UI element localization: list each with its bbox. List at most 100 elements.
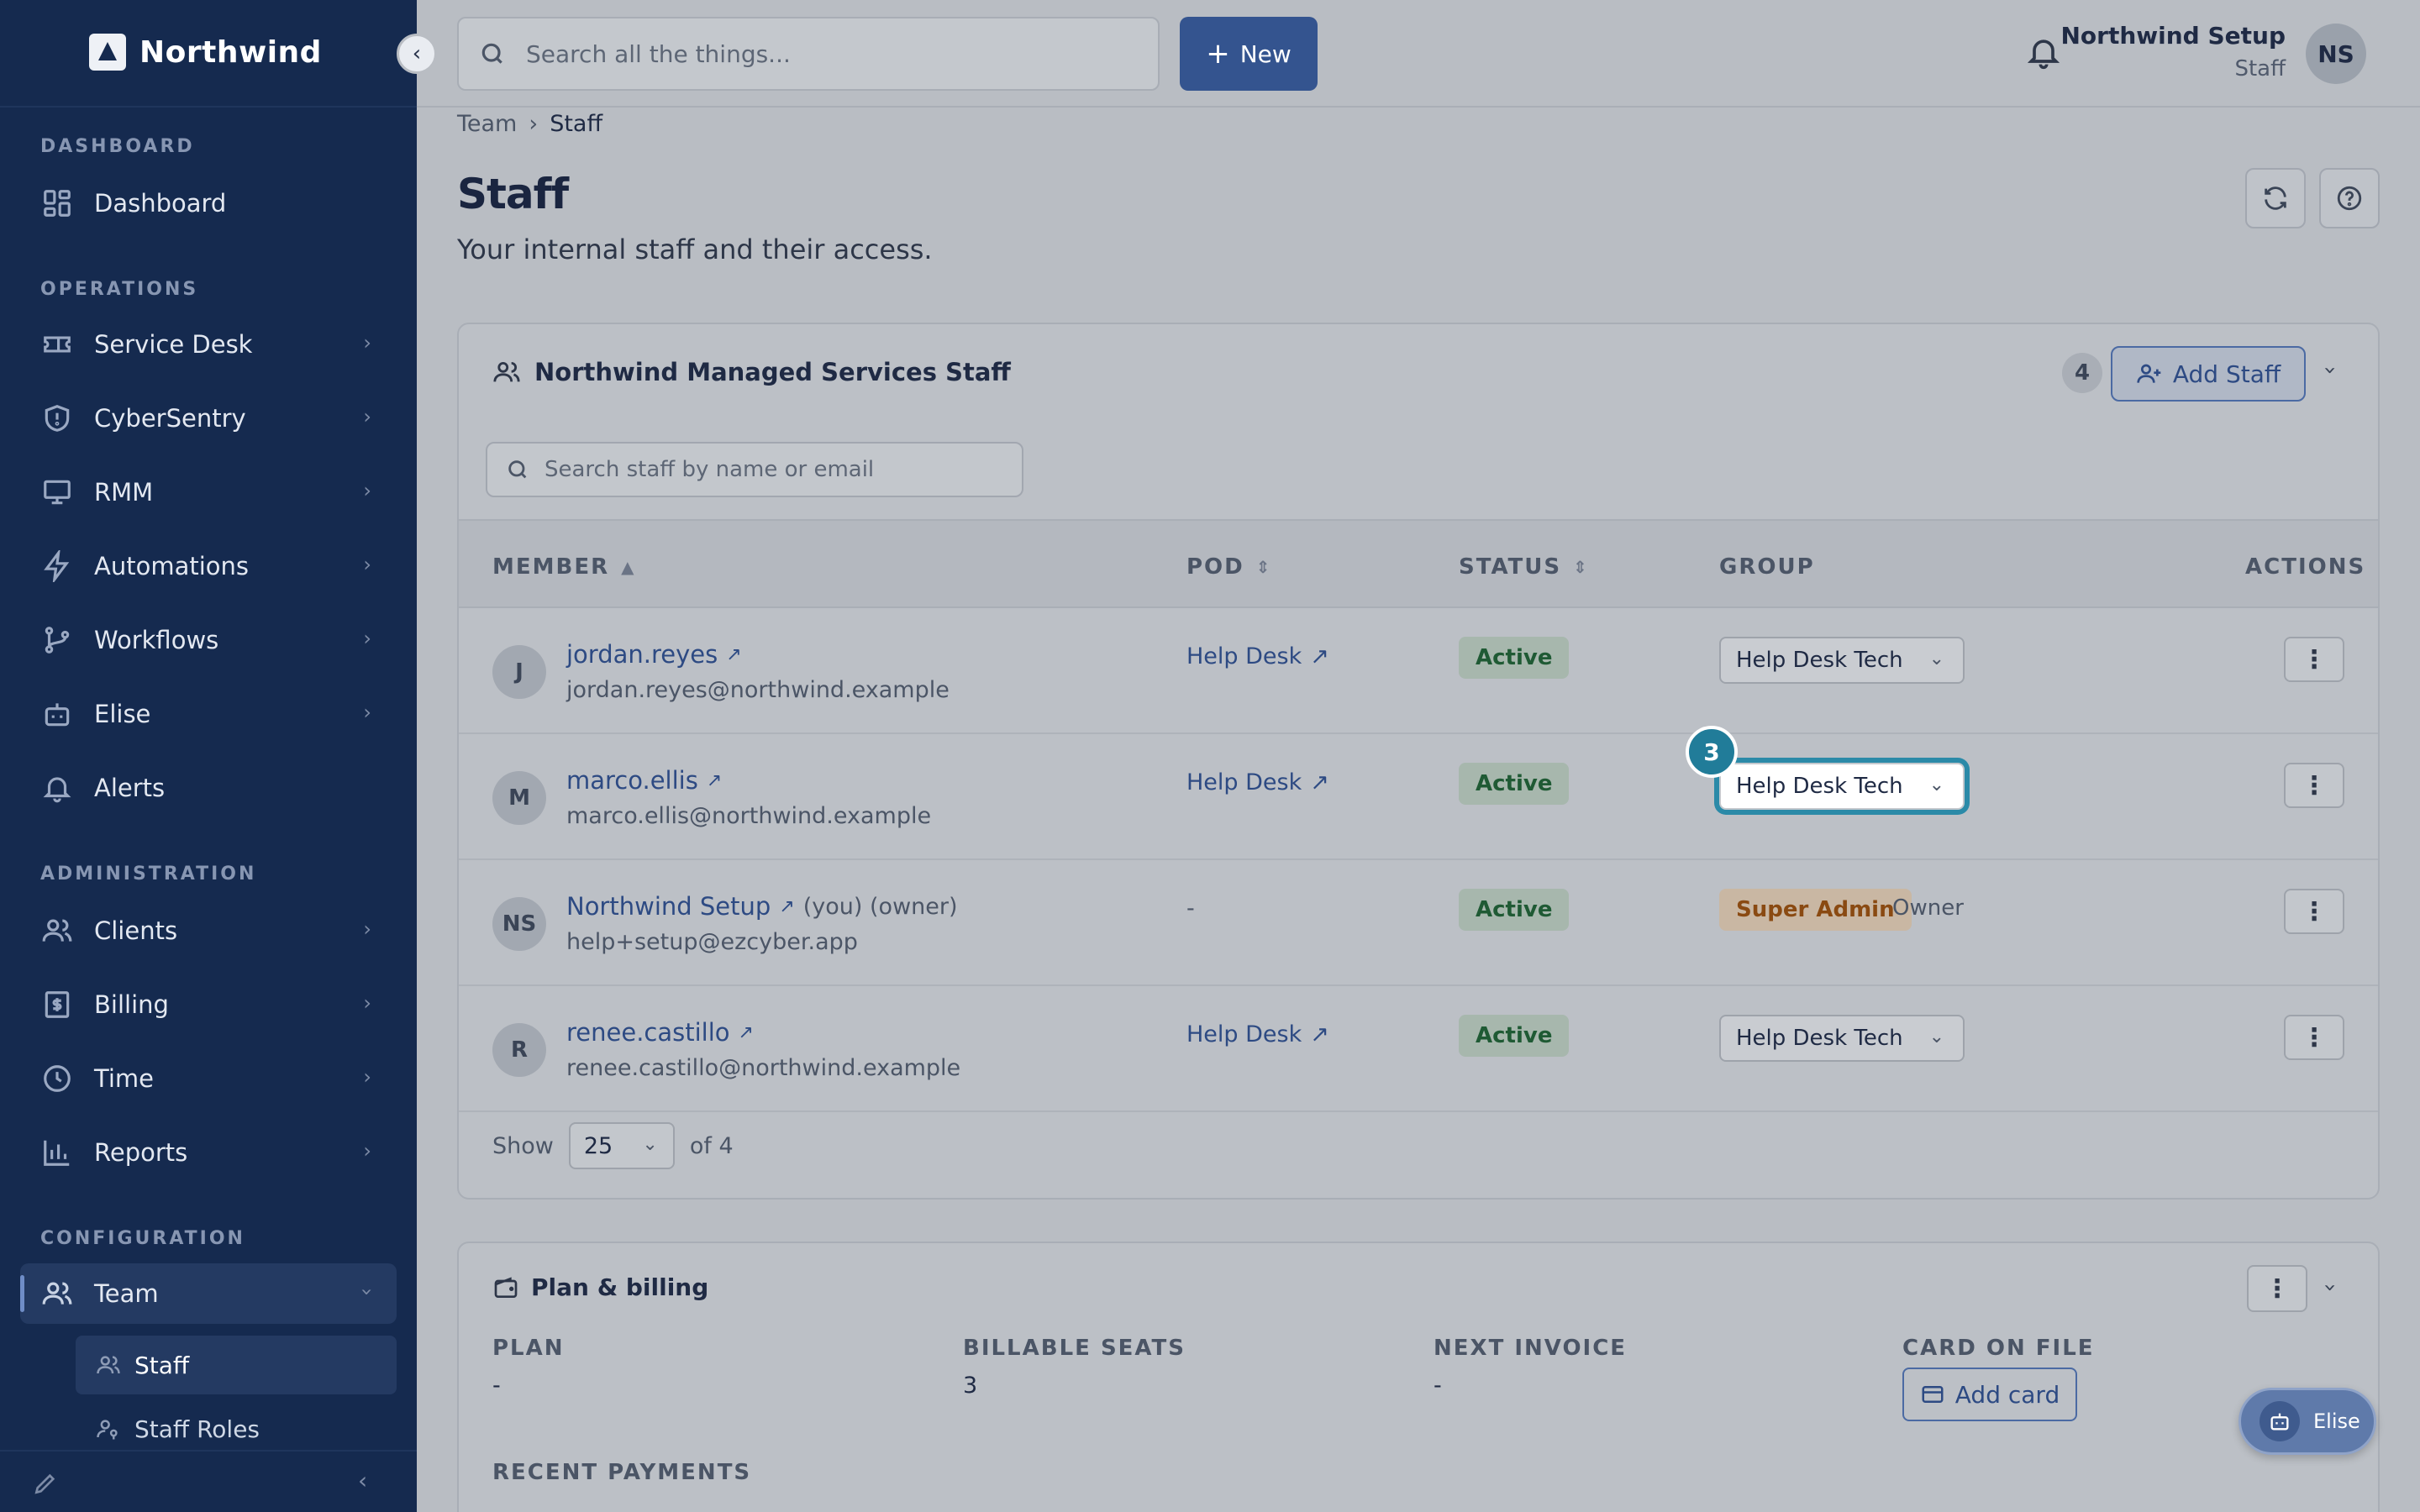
sidebar-item-billing[interactable]: Billing ›: [20, 974, 397, 1035]
card-field: CARD ON FILE: [1902, 1336, 2095, 1361]
chevron-right-icon: ›: [363, 701, 371, 724]
sidebar: Northwind DASHBOARD Dashboard OPERATIONS…: [0, 0, 417, 1512]
column-status[interactable]: STATUS ⇕: [1459, 554, 1589, 580]
chevron-right-icon: ›: [363, 1139, 371, 1163]
chevron-right-icon: ›: [363, 627, 371, 650]
sidebar-item-rmm[interactable]: RMM ›: [20, 462, 397, 522]
sidebar-item-label: Reports: [94, 1138, 188, 1167]
sidebar-item-workflows[interactable]: Workflows ›: [20, 610, 397, 670]
sidebar-item-automations[interactable]: Automations ›: [20, 536, 397, 596]
more-vertical-icon: ⋮: [2302, 644, 2327, 675]
invoice-icon: [40, 988, 74, 1021]
pod-link[interactable]: Help Desk ↗: [1186, 1021, 1329, 1047]
staff-search-input[interactable]: [544, 457, 1015, 482]
column-pod[interactable]: POD ⇕: [1186, 554, 1272, 580]
help-icon: [2337, 186, 2362, 211]
status-badge: Active: [1459, 889, 1570, 931]
plan-value: -: [492, 1373, 501, 1399]
row-actions-button[interactable]: ⋮: [2284, 889, 2344, 934]
pod-empty: -: [1186, 895, 1195, 921]
help-button[interactable]: [2319, 168, 2380, 228]
add-card-button[interactable]: Add card: [1902, 1368, 2077, 1421]
breadcrumb: Team › Staff: [457, 111, 602, 137]
more-vertical-icon: ⋮: [2265, 1273, 2290, 1304]
elise-assistant-button[interactable]: Elise: [2238, 1388, 2376, 1455]
card-on-file-label: CARD ON FILE: [1902, 1336, 2095, 1361]
row-actions-button[interactable]: ⋮: [2284, 637, 2344, 682]
clock-icon: [40, 1062, 74, 1095]
sidebar-item-alerts[interactable]: Alerts: [20, 758, 397, 818]
member-name-link[interactable]: jordan.reyes ↗: [566, 640, 742, 669]
sidebar-item-elise[interactable]: Elise ›: [20, 684, 397, 744]
group-select[interactable]: Help Desk Tech ⌄: [1719, 1015, 1965, 1062]
member-name-link[interactable]: Northwind Setup ↗ (you) (owner): [566, 892, 958, 921]
add-staff-button[interactable]: Add Staff: [2111, 346, 2306, 402]
sidebar-item-service-desk[interactable]: Service Desk ›: [20, 314, 397, 375]
staff-card-title-text: Northwind Managed Services Staff: [534, 358, 1011, 386]
staff-card: Northwind Managed Services Staff 4 Add S…: [457, 323, 2380, 1200]
sidebar-item-dashboard[interactable]: Dashboard: [20, 173, 397, 234]
avatar[interactable]: NS: [2306, 24, 2366, 84]
sort-icon: ⇕: [1573, 557, 1589, 577]
users-icon: [493, 361, 520, 382]
collapse-left-icon[interactable]: ‹: [358, 1467, 367, 1494]
sidebar-item-reports[interactable]: Reports ›: [20, 1122, 397, 1183]
chevron-down-icon[interactable]: ›: [2317, 1284, 2343, 1292]
member-name: marco.ellis: [566, 766, 698, 795]
chevron-down-icon: ›: [355, 1288, 380, 1296]
member-email: marco.ellis@northwind.example: [566, 803, 932, 829]
sidebar-item-cybersentry[interactable]: CyberSentry ›: [20, 388, 397, 449]
plan-actions-button[interactable]: ⋮: [2247, 1265, 2307, 1312]
chevron-right-icon: ›: [363, 1065, 371, 1089]
external-link-icon: ↗: [738, 1021, 754, 1043]
sidebar-item-label: Time: [94, 1064, 154, 1093]
sidebar-subitem-staff[interactable]: Staff: [76, 1336, 397, 1394]
member-email: jordan.reyes@northwind.example: [566, 677, 950, 703]
status-badge: Active: [1459, 763, 1570, 805]
page-subtitle: Your internal staff and their access.: [457, 234, 933, 265]
staff-search[interactable]: [486, 442, 1023, 497]
chevron-right-icon: ›: [363, 331, 371, 354]
new-button[interactable]: + New: [1180, 17, 1318, 91]
chevron-down-icon: ⌄: [1928, 774, 1944, 795]
refresh-button[interactable]: [2245, 168, 2306, 228]
user-menu[interactable]: Northwind Setup Staff: [2060, 22, 2286, 81]
group-select-focused[interactable]: Help Desk Tech ⌄: [1719, 763, 1965, 810]
notifications-button[interactable]: [2025, 34, 2065, 74]
global-search[interactable]: [457, 17, 1160, 91]
staff-card-title: Northwind Managed Services Staff: [492, 358, 1011, 386]
row-actions-button[interactable]: ⋮: [2284, 763, 2344, 808]
member-name-link[interactable]: marco.ellis ↗: [566, 766, 722, 795]
pod-link[interactable]: Help Desk ↗: [1186, 769, 1329, 795]
sidebar-item-label: Elise: [94, 700, 151, 728]
page-size-select[interactable]: 25 ⌄: [568, 1122, 675, 1169]
global-search-input[interactable]: [526, 39, 1114, 68]
add-staff-label: Add Staff: [2172, 360, 2281, 388]
external-link-icon: ↗: [1310, 643, 1329, 669]
grid-icon: [40, 186, 74, 220]
group-select[interactable]: Help Desk Tech ⌄: [1719, 637, 1965, 684]
sidebar-item-time[interactable]: Time ›: [20, 1048, 397, 1109]
page-size-value: 25: [583, 1132, 613, 1159]
plan-label: PLAN: [492, 1336, 565, 1361]
pod-link[interactable]: Help Desk ↗: [1186, 643, 1329, 669]
pencil-icon[interactable]: [32, 1470, 59, 1497]
search-icon: [508, 460, 527, 479]
pod-name: Help Desk: [1186, 643, 1302, 669]
chevron-down-icon[interactable]: ›: [2317, 366, 2343, 375]
sidebar-item-clients[interactable]: Clients ›: [20, 900, 397, 961]
external-link-icon: ↗: [779, 895, 795, 917]
sidebar-item-team[interactable]: Team ›: [20, 1263, 397, 1324]
seats-label: BILLABLE SEATS: [963, 1336, 1186, 1361]
plan-card-title-text: Plan & billing: [531, 1273, 709, 1301]
column-member[interactable]: MEMBER ▲: [492, 554, 636, 580]
sidebar-item-label: RMM: [94, 478, 154, 507]
breadcrumb-team[interactable]: Team: [457, 111, 517, 137]
member-name-link[interactable]: renee.castillo ↗: [566, 1018, 754, 1047]
users-icon: [40, 914, 74, 948]
group-select-value: Help Desk Tech: [1736, 1026, 1903, 1051]
sidebar-collapse-button[interactable]: ‹: [397, 34, 437, 74]
row-actions-button[interactable]: ⋮: [2284, 1015, 2344, 1060]
plan-field: PLAN -: [492, 1336, 565, 1399]
app-logo[interactable]: Northwind: [89, 34, 322, 71]
